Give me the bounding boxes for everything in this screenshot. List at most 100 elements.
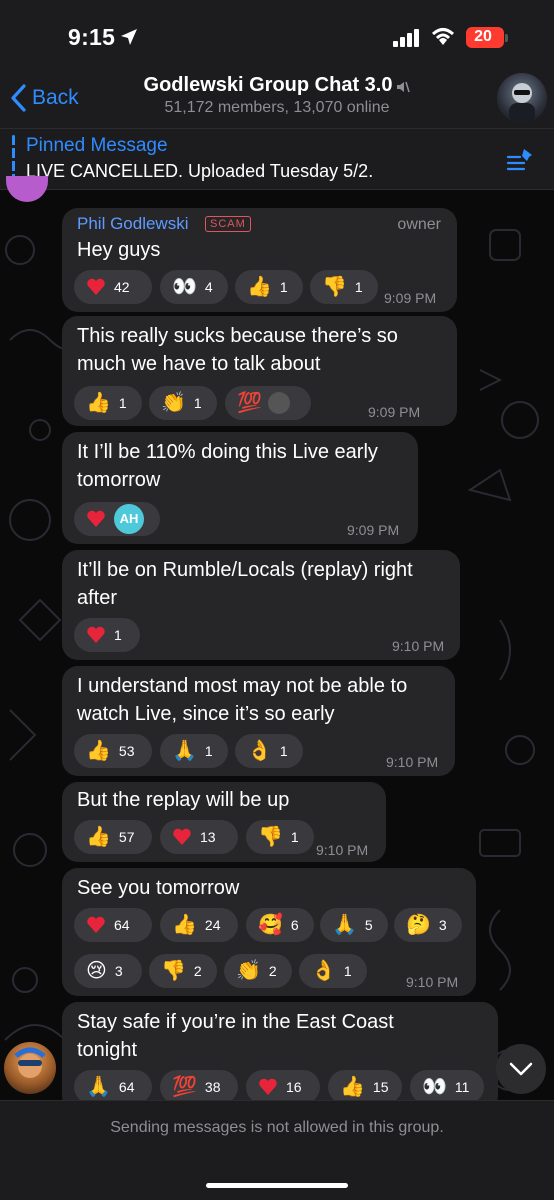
reaction-thumbs-up[interactable]: 👍 57 (74, 820, 152, 854)
reaction-heart[interactable]: 16 (246, 1070, 320, 1104)
reaction-folded-hands[interactable]: 🙏 1 (160, 734, 228, 768)
reaction-count: 64 (118, 1079, 135, 1095)
reaction-count: 2 (193, 963, 202, 979)
message-bubble[interactable]: See you tomorrow 64 👍 24 🥰 6 🙏 5 🤔 3 😢 3… (62, 868, 476, 996)
status-time: 9:15 (68, 24, 116, 50)
reaction-thumbs-down[interactable]: 👎 2 (149, 954, 217, 988)
reaction-thumbs-up[interactable]: 👍 15 (328, 1070, 402, 1104)
reaction-count: 2 (268, 963, 277, 979)
heart-icon (87, 510, 105, 527)
scroll-down-button[interactable] (496, 1044, 546, 1094)
reaction-heart[interactable]: 64 (74, 908, 152, 942)
message-time: 9:09 PM (368, 404, 421, 420)
reaction-ok-hand[interactable]: 👌 1 (299, 954, 367, 988)
chat-title: Godlewski Group Chat 3.0 (143, 74, 393, 96)
reaction-count: 1 (193, 395, 202, 411)
reaction-clapping[interactable]: 👏 2 (224, 954, 292, 988)
reaction-hundred[interactable]: 💯 38 (160, 1070, 238, 1104)
clapping-hands-icon: 👏 (236, 960, 261, 982)
reaction-heart[interactable]: 13 (160, 820, 238, 854)
message-time: 9:10 PM (392, 638, 445, 654)
message-bubble[interactable]: Stay safe if you’re in the East Coast to… (62, 1002, 498, 1112)
reaction-heart[interactable]: 1 (74, 618, 140, 652)
thumbs-down-icon: 👎 (161, 960, 186, 982)
reaction-count: 1 (279, 279, 288, 295)
battery-cap (505, 34, 508, 42)
thumbs-up-icon: 👍 (340, 1076, 365, 1098)
reaction-clapping[interactable]: 👏 1 (149, 386, 217, 420)
reaction-count: 6 (290, 917, 299, 933)
message-time: 9:10 PM (406, 974, 459, 990)
heart-icon (173, 828, 191, 845)
heart-icon (87, 626, 105, 643)
chat-subtitle: 51,172 members, 13,070 online (164, 99, 390, 116)
home-indicator[interactable] (206, 1183, 348, 1188)
cellular-signal-icon (393, 29, 419, 47)
reaction-count: 1 (343, 963, 352, 979)
reaction-folded-hands[interactable]: 🙏 64 (74, 1070, 152, 1104)
reaction-eyes[interactable]: 👀 11 (410, 1070, 484, 1104)
message-time: 9:09 PM (347, 522, 400, 538)
reaction-thumbs-up[interactable]: 👍 1 (235, 270, 303, 304)
reaction-heart[interactable]: 42 (74, 270, 152, 304)
reaction-thinking[interactable]: 🤔 3 (394, 908, 462, 942)
chat-title-area[interactable]: Godlewski Group Chat 3.0 51,172 members,… (110, 74, 444, 117)
message-text-line2: tomorrow (77, 469, 161, 491)
reaction-heart[interactable]: AH (74, 502, 160, 536)
chevron-left-icon (11, 84, 26, 112)
location-arrow-icon (121, 29, 137, 45)
thumbs-up-icon: 👍 (172, 914, 197, 936)
heart-icon (259, 1078, 277, 1095)
reaction-folded-hands[interactable]: 🙏 5 (320, 908, 388, 942)
reaction-hundred[interactable]: 💯 (225, 386, 311, 420)
reaction-ok-hand[interactable]: 👌 1 (235, 734, 303, 768)
back-button[interactable]: Back (10, 82, 79, 114)
reaction-thumbs-up[interactable]: 👍 24 (160, 908, 238, 942)
ok-hand-icon: 👌 (247, 740, 272, 762)
thumbs-down-icon: 👎 (258, 826, 283, 848)
battery-level: 20 (474, 28, 492, 45)
eyes-icon: 👀 (422, 1076, 447, 1098)
heart-icon (87, 916, 105, 933)
eyes-icon: 👀 (172, 276, 197, 298)
heart-icon (87, 278, 105, 295)
group-avatar-image (509, 83, 535, 123)
ok-hand-icon: 👌 (311, 960, 336, 982)
message-time: 9:09 PM (384, 290, 437, 306)
wifi-icon (431, 28, 455, 45)
pinned-message-bar[interactable]: Pinned Message LIVE CANCELLED. Uploaded … (0, 128, 554, 190)
reaction-thumbs-down[interactable]: 👎 1 (310, 270, 378, 304)
reaction-eyes[interactable]: 👀 4 (160, 270, 228, 304)
message-bubble[interactable]: I understand most may not be able to wat… (62, 666, 455, 776)
message-time: 9:10 PM (386, 754, 439, 770)
sender-name[interactable]: Phil Godlewski (77, 214, 189, 234)
message-bubble[interactable]: This really sucks because there’s so muc… (62, 316, 457, 426)
message-text-line1: I understand most may not be able to (77, 675, 408, 697)
reaction-thumbs-up[interactable]: 👍 1 (74, 386, 142, 420)
reaction-count: 4 (204, 279, 213, 295)
message-bubble[interactable]: It’ll be on Rumble/Locals (replay) right… (62, 550, 460, 660)
message-bubble[interactable]: Phil Godlewski SCAM owner Hey guys 42 👀 … (62, 208, 457, 312)
reaction-smiling-hearts[interactable]: 🥰 6 (246, 908, 314, 942)
reaction-count: 16 (286, 1079, 302, 1095)
reaction-thumbs-up[interactable]: 👍 53 (74, 734, 152, 768)
sender-avatar[interactable] (4, 1042, 56, 1094)
reaction-count: 24 (204, 917, 221, 933)
hundred-points-icon: 💯 (172, 1076, 197, 1098)
message-bubble[interactable]: It I’ll be 110% doing this Live early to… (62, 432, 418, 544)
message-bubble[interactable]: But the replay will be up 👍 57 13 👎 1 9:… (62, 782, 386, 862)
reaction-crying[interactable]: 😢 3 (74, 954, 142, 988)
reaction-count: 1 (354, 279, 363, 295)
reaction-thumbs-down[interactable]: 👎 1 (246, 820, 314, 854)
group-avatar[interactable] (497, 73, 547, 123)
role-label: owner (397, 216, 441, 233)
scam-badge: SCAM (205, 216, 251, 232)
reaction-count: 1 (114, 627, 122, 643)
message-text-line1: Stay safe if you’re in the East Coast (77, 1011, 394, 1033)
pinned-list-icon[interactable] (506, 147, 534, 171)
message-time: 9:10 PM (316, 842, 369, 858)
thumbs-up-icon: 👍 (86, 826, 111, 848)
thumbs-up-icon: 👍 (86, 392, 111, 414)
reaction-count: 53 (118, 743, 135, 759)
message-text: But the replay will be up (77, 789, 290, 811)
